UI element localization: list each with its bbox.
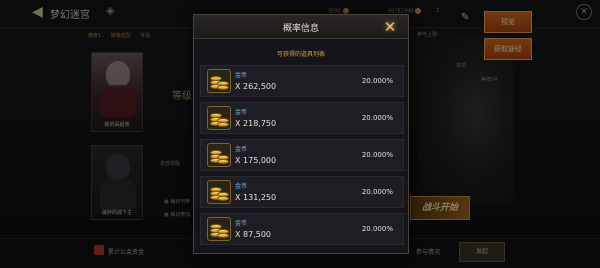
- item-name: 金币: [235, 220, 248, 227]
- gold-coin-stack-icon[interactable]: [207, 180, 231, 204]
- obtainable-items-heading: 可获得的道具列表: [276, 51, 325, 58]
- dialog-title: 概率信息: [282, 24, 319, 34]
- item-name: 金币: [235, 109, 248, 116]
- close-icon[interactable]: ✕: [382, 19, 398, 35]
- item-quantity: X 218,750: [235, 119, 277, 128]
- item-probability: 20.000%: [361, 188, 393, 196]
- gold-coin-stack-icon[interactable]: [207, 217, 231, 241]
- list-item: 金币 X 87,500 20.000%: [200, 213, 404, 245]
- item-probability: 20.000%: [361, 151, 393, 159]
- item-list: 金币 X 262,500 20.000% 金币 X 218,750 20.000…: [200, 65, 404, 250]
- gold-coin-stack-icon[interactable]: [207, 143, 231, 167]
- item-name: 金币: [235, 146, 248, 153]
- list-item: 金币 X 131,250 20.000%: [200, 176, 404, 208]
- item-quantity: X 262,500: [235, 82, 277, 91]
- item-name: 金币: [235, 183, 248, 190]
- item-probability: 20.000%: [361, 225, 393, 233]
- list-item: 金币 X 175,000 20.000%: [200, 139, 404, 171]
- item-quantity: X 87,500: [235, 230, 272, 239]
- probability-info-dialog: 概率信息 ✕ 可获得的道具列表 金币 X 262,500 20.000% 金币 …: [193, 14, 409, 254]
- list-item: 金币 X 262,500 20.000%: [200, 65, 404, 97]
- item-quantity: X 175,000: [235, 156, 277, 165]
- gold-coin-stack-icon[interactable]: [207, 106, 231, 130]
- item-name: 金币: [235, 72, 248, 79]
- item-probability: 20.000%: [361, 77, 393, 85]
- item-probability: 20.000%: [361, 114, 393, 122]
- list-item: 金币 X 218,750 20.000%: [200, 102, 404, 134]
- item-quantity: X 131,250: [235, 193, 277, 202]
- gold-coin-stack-icon[interactable]: [207, 69, 231, 93]
- dialog-header: 概率信息 ✕: [194, 15, 408, 39]
